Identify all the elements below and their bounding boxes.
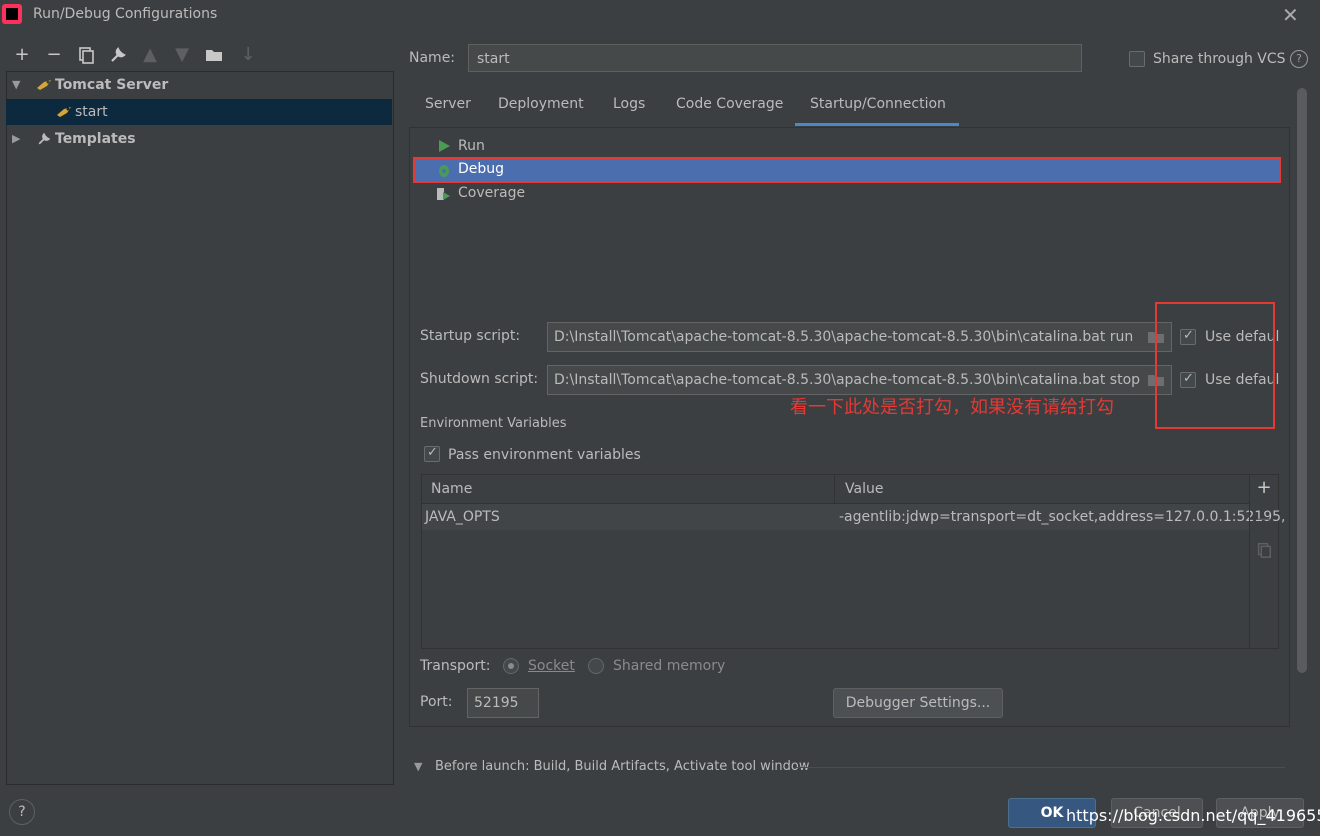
- copy-env-icon[interactable]: [1250, 541, 1278, 565]
- wrench-icon[interactable]: [108, 45, 128, 65]
- shared-memory-label: Shared memory: [613, 658, 726, 674]
- remove-env-icon[interactable]: −: [1250, 509, 1278, 533]
- socket-label: Socket: [528, 658, 575, 674]
- config-tree: [6, 71, 394, 785]
- annotation-text: 看一下此处是否打勾，如果没有请给打勾: [790, 397, 1114, 418]
- help-icon[interactable]: ?: [9, 799, 35, 825]
- window-title: Run/Debug Configurations: [33, 6, 218, 22]
- shutdown-script-label: Shutdown script:: [420, 371, 539, 387]
- tomcat-icon: [36, 78, 52, 92]
- tree-item-label: start: [75, 104, 108, 120]
- copy-icon[interactable]: [76, 45, 96, 65]
- highlight-box: [413, 157, 1281, 183]
- mode-label: Coverage: [458, 185, 526, 201]
- collapse-arrow-icon[interactable]: ▶: [12, 132, 20, 145]
- shutdown-script-input[interactable]: D:\Install\Tomcat\apache-tomcat-8.5.30\a…: [547, 365, 1172, 395]
- move-down-icon[interactable]: ▼: [172, 45, 192, 65]
- name-input[interactable]: start: [468, 44, 1082, 72]
- tab-startup-connection[interactable]: Startup/Connection: [810, 96, 946, 126]
- socket-radio[interactable]: [503, 658, 519, 674]
- name-label: Name:: [409, 50, 456, 66]
- tab-server[interactable]: Server: [425, 96, 471, 126]
- tab-code-coverage[interactable]: Code Coverage: [676, 96, 783, 126]
- add-icon[interactable]: +: [12, 45, 32, 65]
- watermark-text: https://blog.csdn.net/qq_41965582: [1066, 806, 1320, 825]
- env-value-cell: -agentlib:jdwp=transport=dt_socket,addre…: [839, 509, 1286, 525]
- env-table-header: Name Value: [422, 475, 1249, 504]
- tomcat-icon: [56, 105, 72, 119]
- shared-memory-radio[interactable]: [588, 658, 604, 674]
- wrench-icon: [36, 131, 52, 147]
- column-header-name[interactable]: Name: [431, 481, 472, 497]
- transport-label: Transport:: [420, 658, 491, 674]
- debugger-settings-button[interactable]: Debugger Settings...: [833, 688, 1003, 718]
- column-header-value[interactable]: Value: [845, 481, 883, 497]
- pass-env-checkbox[interactable]: [424, 445, 440, 462]
- tree-item-label: Templates: [55, 131, 136, 147]
- divider: [795, 767, 1285, 768]
- help-icon[interactable]: ?: [1290, 50, 1308, 68]
- startup-script-label: Startup script:: [420, 328, 521, 344]
- before-launch-label[interactable]: Before launch: Build, Build Artifacts, A…: [435, 759, 810, 774]
- coverage-icon: [435, 186, 451, 202]
- port-label: Port:: [420, 694, 453, 710]
- mode-run[interactable]: Run: [415, 136, 1279, 158]
- sort-icon[interactable]: ↓: [238, 45, 258, 65]
- before-launch-arrow-icon[interactable]: ▼: [414, 760, 422, 773]
- tab-logs[interactable]: Logs: [613, 96, 645, 126]
- tree-item-label: Tomcat Server: [55, 77, 169, 93]
- port-input[interactable]: 52195: [467, 688, 539, 718]
- scrollbar[interactable]: [1297, 88, 1307, 673]
- share-vcs-label: Share through VCS: [1153, 51, 1286, 67]
- close-icon[interactable]: ✕: [1282, 3, 1306, 27]
- mode-label: Run: [458, 138, 485, 154]
- folder-icon[interactable]: [204, 45, 224, 65]
- tree-item-tomcat-server[interactable]: ▼ Tomcat Server: [6, 72, 392, 98]
- app-icon: [2, 4, 22, 24]
- tab-deployment[interactable]: Deployment: [498, 96, 584, 126]
- startup-script-input[interactable]: D:\Install\Tomcat\apache-tomcat-8.5.30\a…: [547, 322, 1172, 352]
- tree-item-start[interactable]: start: [6, 99, 392, 125]
- highlight-box: [1155, 302, 1275, 429]
- pass-env-label: Pass environment variables: [448, 447, 641, 463]
- mode-coverage[interactable]: Coverage: [415, 183, 1279, 205]
- expand-arrow-icon[interactable]: ▼: [12, 78, 20, 91]
- run-icon: [437, 139, 451, 153]
- env-name-cell: JAVA_OPTS: [425, 509, 500, 525]
- add-env-icon[interactable]: +: [1250, 477, 1278, 501]
- tree-item-templates[interactable]: ▶ Templates: [6, 126, 392, 152]
- active-tab-indicator: [795, 123, 959, 126]
- share-vcs-checkbox[interactable]: [1129, 51, 1145, 67]
- title-bar: Run/Debug Configurations ✕: [0, 0, 1320, 30]
- move-up-icon[interactable]: ▲: [140, 45, 160, 65]
- remove-icon[interactable]: −: [44, 45, 64, 65]
- table-row[interactable]: JAVA_OPTS -agentlib:jdwp=transport=dt_so…: [422, 504, 1285, 530]
- env-section-label: Environment Variables: [420, 416, 567, 431]
